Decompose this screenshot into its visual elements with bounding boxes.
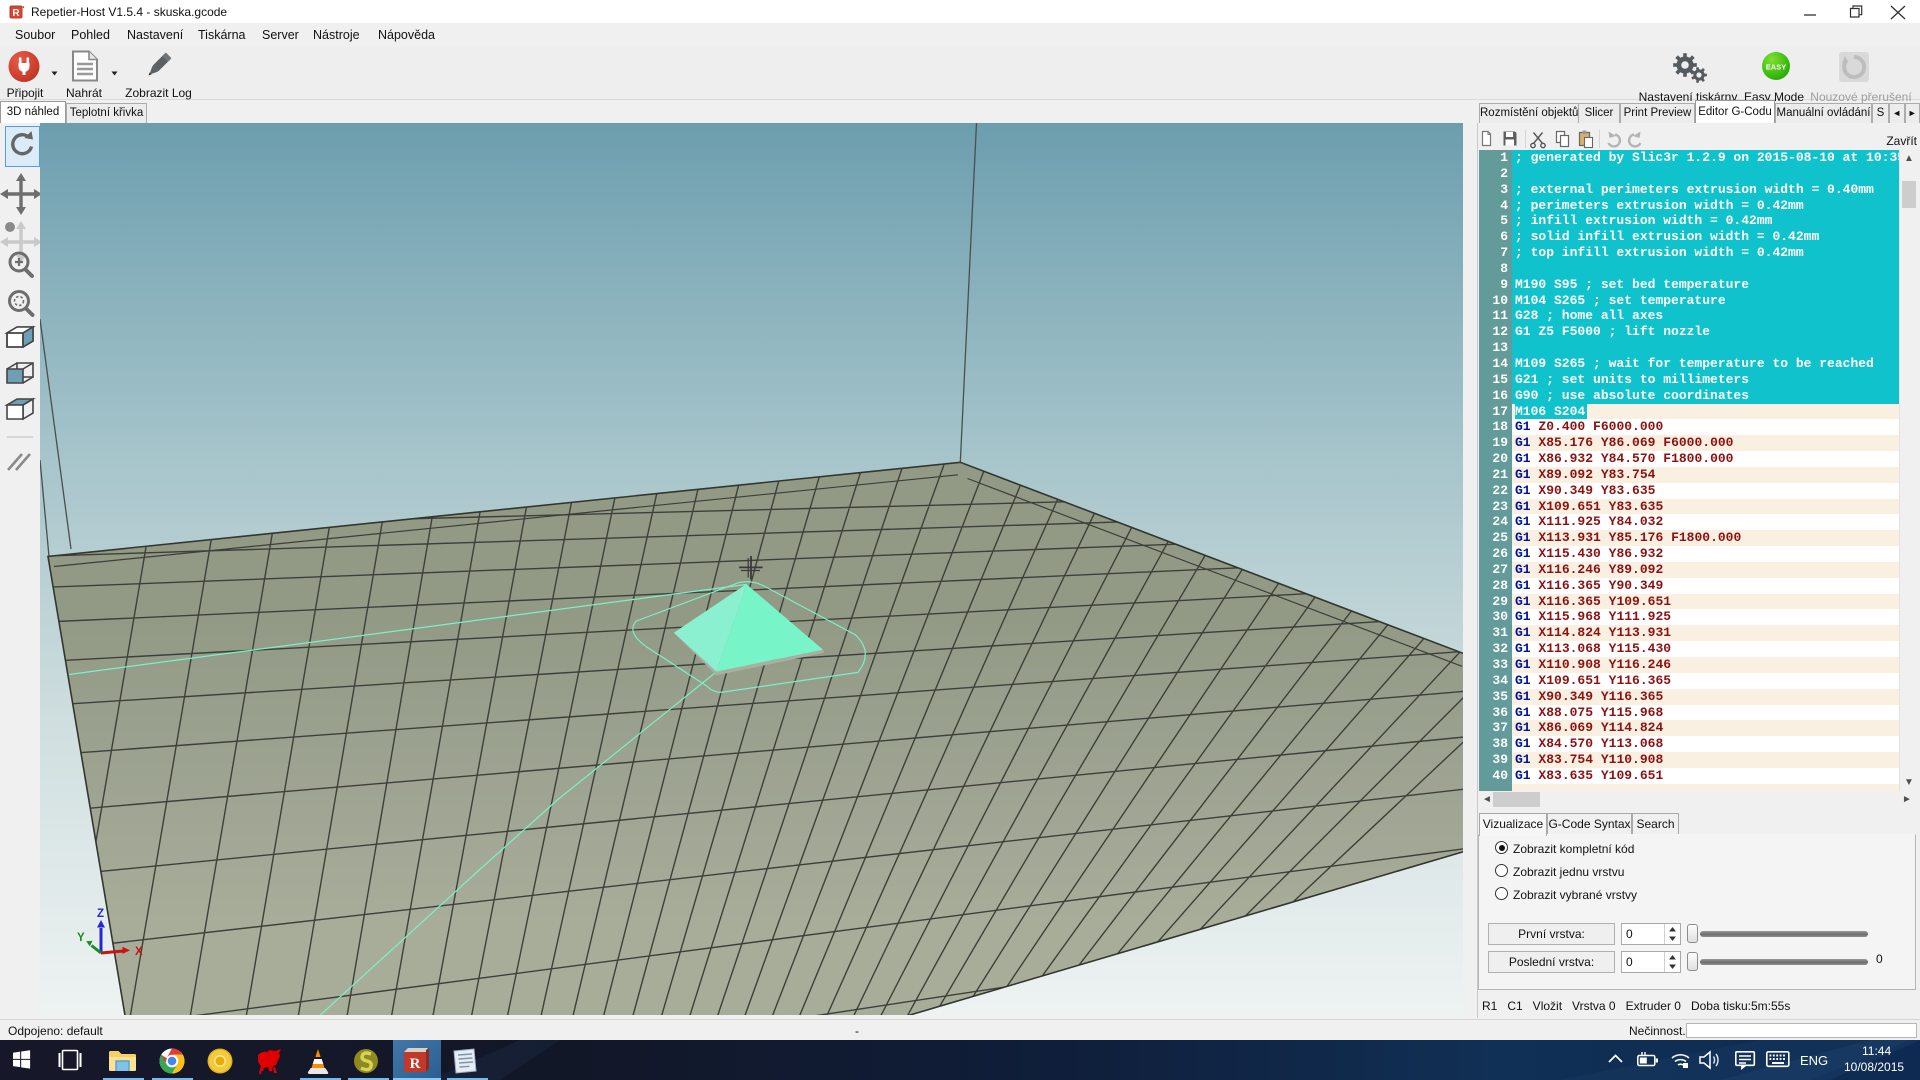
svg-text:Y: Y (77, 932, 85, 944)
svg-text:X: X (135, 946, 143, 958)
svg-text:R: R (12, 8, 20, 19)
svg-text:EASY: EASY (1766, 63, 1786, 72)
svg-text:R: R (410, 1056, 421, 1072)
svg-text:Z: Z (97, 908, 104, 920)
